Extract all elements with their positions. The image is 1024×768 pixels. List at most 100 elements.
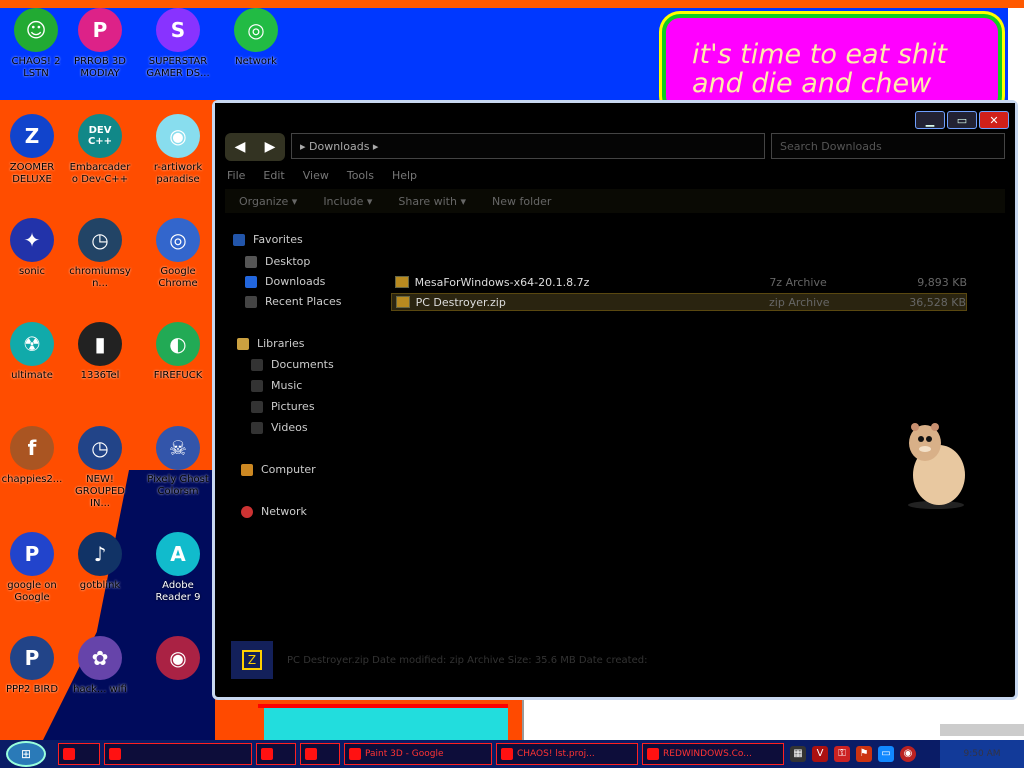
taskbar-item[interactable] bbox=[58, 743, 100, 765]
nav-network[interactable]: Network bbox=[241, 505, 307, 518]
tray-v-icon[interactable]: V bbox=[812, 746, 828, 762]
menu-file[interactable]: File bbox=[227, 169, 245, 182]
desktop-icon-10[interactable]: ◎ Google Chrome bbox=[146, 218, 210, 290]
desktop-icon-15[interactable]: ◷ NEW! GROUPED IN... bbox=[68, 426, 132, 510]
file-row-selected[interactable]: PC Destroyer.zip zip Archive 36,528 KB bbox=[391, 293, 967, 311]
scrollbar[interactable] bbox=[940, 724, 1024, 736]
menu-bar: File Edit View Tools Help bbox=[227, 169, 417, 182]
network-icon: ◎ bbox=[234, 8, 278, 52]
desktop-icon-12[interactable]: ▮ 1336Tel bbox=[68, 322, 132, 382]
menu-edit[interactable]: Edit bbox=[263, 169, 284, 182]
desktop-icon-label: PRROB 3D MODIAY bbox=[74, 56, 126, 79]
include-button[interactable]: Include ▾ bbox=[323, 195, 372, 208]
zip-preview-icon: Z bbox=[231, 641, 273, 679]
taskbar-item[interactable]: CHAOS! lst.proj... bbox=[496, 743, 638, 765]
nav-pictures[interactable]: Pictures bbox=[251, 400, 315, 413]
desktop-icon-19[interactable]: A Adobe Reader 9 bbox=[146, 532, 210, 604]
taskbar-item[interactable] bbox=[256, 743, 296, 765]
share-button[interactable]: Share with ▾ bbox=[398, 195, 466, 208]
desktop-icon-label: CHAOS! 2 LSTN bbox=[11, 56, 61, 79]
nav-favorites[interactable]: Favorites bbox=[233, 233, 303, 246]
desktop-icon-label: Embarcadero Dev-C++ bbox=[69, 162, 131, 185]
tray-flag-icon[interactable]: ⚑ bbox=[856, 746, 872, 762]
desktop-icon-label: Pixely Ghost Colorsm bbox=[147, 474, 209, 497]
menu-help[interactable]: Help bbox=[392, 169, 417, 182]
desktop-icon-17[interactable]: Pgoogle on Google bbox=[0, 532, 64, 604]
program-icon: ✿ bbox=[78, 636, 122, 680]
desktop-icon-6[interactable]: DEV C++ Embarcadero Dev-C++ bbox=[68, 114, 132, 186]
tray-volume-icon[interactable]: ◉ bbox=[900, 746, 916, 762]
desktop-icon-label: PPP2 BIRD bbox=[5, 684, 59, 695]
desktop-icon-label: Adobe Reader 9 bbox=[155, 580, 201, 603]
maximize-button[interactable]: ▭ bbox=[947, 111, 977, 129]
desktop-icon-21[interactable]: ✿ hack... wifi bbox=[68, 636, 132, 696]
nav-computer[interactable]: Computer bbox=[241, 463, 316, 476]
forward-arrow-icon[interactable]: ▶ bbox=[265, 139, 276, 155]
nav-libraries[interactable]: Libraries bbox=[237, 337, 305, 350]
nav-desktop[interactable]: Desktop bbox=[245, 255, 310, 268]
desktop-icon-label: google on Google bbox=[7, 580, 57, 603]
minimize-button[interactable]: ▁ bbox=[915, 111, 945, 129]
back-arrow-icon[interactable]: ◀ bbox=[235, 139, 246, 155]
desktop-icon-label: chromiumsyn... bbox=[69, 266, 131, 289]
paint-icon: P bbox=[78, 8, 122, 52]
music-icon bbox=[251, 379, 263, 392]
documents-icon bbox=[251, 358, 263, 371]
taskbar-item[interactable]: REDWINDOWS.Co... bbox=[642, 743, 784, 765]
desktop-icon-18[interactable]: ♪ gotblink bbox=[68, 532, 132, 592]
nav-videos[interactable]: Videos bbox=[251, 421, 308, 434]
close-button[interactable]: ✕ bbox=[979, 111, 1009, 129]
downloads-icon bbox=[245, 275, 257, 288]
desktop-icon-label: ZOOMER DELUXE bbox=[9, 162, 55, 185]
clock[interactable]: 9:50 AM bbox=[940, 740, 1024, 768]
zoomer-icon: Z bbox=[10, 114, 54, 158]
menu-view[interactable]: View bbox=[303, 169, 329, 182]
back-forward-buttons[interactable]: ◀ ▶ bbox=[225, 133, 285, 161]
taskbar-item[interactable] bbox=[104, 743, 252, 765]
new-folder-button[interactable]: New folder bbox=[492, 195, 551, 208]
file-name: PC Destroyer.zip bbox=[415, 295, 506, 309]
desktop-icon-20[interactable]: P PPP2 BIRD bbox=[0, 636, 64, 696]
tray-network-icon[interactable]: ▭ bbox=[878, 746, 894, 762]
nav-music[interactable]: Music bbox=[251, 379, 302, 392]
desktop-icon-1[interactable]: ☺ CHAOS! 2 LSTN bbox=[4, 8, 68, 80]
speech-bubble: it's time to eat shit and die and chew bbox=[662, 14, 1002, 114]
desktop-icon-5[interactable]: Z ZOOMER DELUXE bbox=[0, 114, 64, 186]
desktop-icon-14[interactable]: f chappies2... bbox=[0, 426, 64, 486]
desktop-icon-7[interactable]: ◉ r-artiwork paradise bbox=[146, 114, 210, 186]
desktop-icon-8[interactable]: ✦ sonic bbox=[0, 218, 64, 278]
search-input[interactable]: Search Downloads bbox=[771, 133, 1005, 159]
desktop-icon-2[interactable]: P PRROB 3D MODIAY bbox=[68, 8, 132, 80]
star-icon bbox=[233, 233, 245, 246]
desktop-icon-4[interactable]: ◎ Network bbox=[224, 8, 288, 68]
nav-recent-places[interactable]: Recent Places bbox=[245, 295, 342, 308]
orb-icon: ◉ bbox=[156, 636, 200, 680]
explorer-window[interactable]: ▁ ▭ ✕ ◀ ▶ ▸ Downloads ▸ Search Downloads… bbox=[212, 100, 1018, 700]
desktop-icon-label: sonic bbox=[19, 266, 45, 277]
file-type: zip Archive bbox=[769, 295, 830, 309]
music-icon: ♪ bbox=[78, 532, 122, 576]
chrome-icon: ◎ bbox=[156, 218, 200, 262]
wallpaper-cyan-block bbox=[264, 708, 508, 740]
menu-tools[interactable]: Tools bbox=[347, 169, 374, 182]
desktop-icon-16[interactable]: ☠ Pixely Ghost Colorsm bbox=[146, 426, 210, 498]
desktop-icon-22[interactable]: ◉ bbox=[146, 636, 210, 684]
nav-downloads[interactable]: Downloads bbox=[245, 275, 325, 288]
file-row[interactable]: MesaForWindows-x64-20.1.8.7z 7z Archive … bbox=[391, 273, 967, 291]
details-pane: Z PC Destroyer.zip Date modified: zip Ar… bbox=[231, 637, 1001, 683]
taskbar-item[interactable] bbox=[300, 743, 340, 765]
address-bar[interactable]: ▸ Downloads ▸ bbox=[291, 133, 765, 159]
window-titlebar[interactable]: ▁ ▭ ✕ bbox=[215, 103, 1015, 131]
app-icon bbox=[305, 748, 317, 760]
organize-button[interactable]: Organize ▾ bbox=[239, 195, 297, 208]
taskbar-item[interactable]: Paint 3D - Google bbox=[344, 743, 492, 765]
desktop-icon-3[interactable]: S SUPERSTAR GAMER DS... bbox=[146, 8, 210, 80]
desktop-icon-11[interactable]: ☢ ultimate bbox=[0, 322, 64, 382]
tray-key-icon[interactable]: ⚿ bbox=[834, 746, 850, 762]
start-button[interactable]: ⊞ bbox=[6, 741, 46, 767]
tray-app-icon[interactable]: ▦ bbox=[790, 746, 806, 762]
nav-documents[interactable]: Documents bbox=[251, 358, 334, 371]
desktop-icon-9[interactable]: ◷ chromiumsyn... bbox=[68, 218, 132, 290]
zip-icon bbox=[396, 296, 410, 308]
desktop-icon-13[interactable]: ◐ FIREFUCK bbox=[146, 322, 210, 382]
